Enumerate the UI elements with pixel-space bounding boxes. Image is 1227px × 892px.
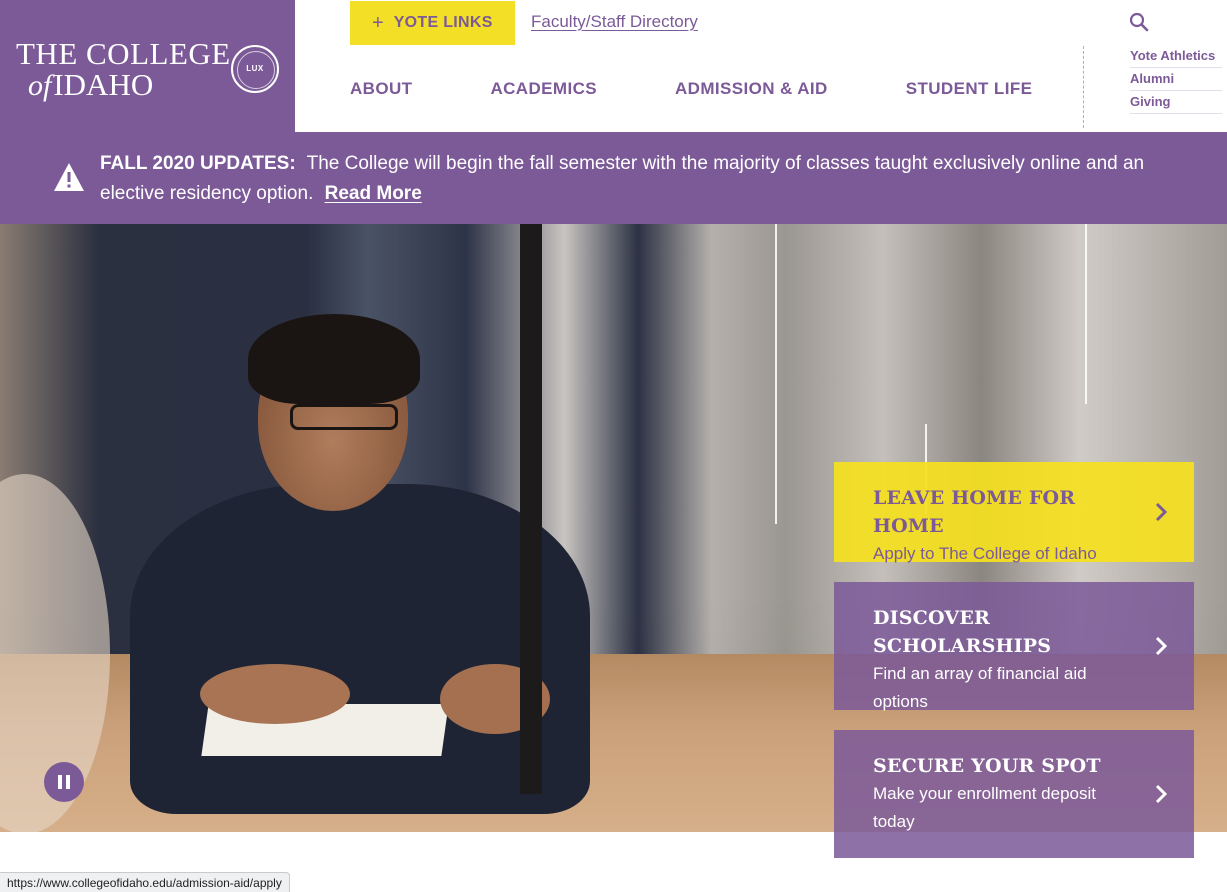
nav-item-student-life[interactable]: STUDENT LIFE (906, 79, 1033, 99)
lamp-pole (520, 224, 542, 794)
yote-links-label: YOTE LINKS (393, 14, 493, 31)
cta-leave-home-for-home[interactable]: LEAVE HOME FOR HOME Apply to The College… (834, 462, 1194, 563)
nav-item-academics[interactable]: ACADEMICS (490, 79, 597, 99)
chevron-right-icon (1155, 784, 1168, 804)
search-icon[interactable] (1128, 11, 1150, 33)
side-link-giving[interactable]: Giving (1130, 91, 1222, 114)
college-logo[interactable]: THE COLLEGE ofIDAHO LUX (0, 0, 295, 132)
main-nav: ABOUT ACADEMICS ADMISSION & AID STUDENT … (350, 79, 1110, 99)
side-link-yote-athletics[interactable]: Yote Athletics (1130, 45, 1222, 68)
cta-subtitle: Make your enrollment deposit today (873, 784, 1097, 831)
nav-divider (1083, 46, 1084, 128)
yote-links-button[interactable]: + YOTE LINKS (350, 1, 515, 45)
cta-title: LEAVE HOME FOR HOME (873, 487, 1076, 537)
cta-secure-your-spot[interactable]: SECURE YOUR SPOT Make your enrollment de… (834, 730, 1194, 858)
faculty-staff-directory-link[interactable]: Faculty/Staff Directory (531, 12, 698, 32)
cta-title: DISCOVER SCHOLARSHIPS (873, 607, 1052, 657)
seal-text: LUX (246, 64, 264, 73)
utility-links: Yote Athletics Alumni Giving (1130, 45, 1222, 114)
nav-item-admission-aid[interactable]: ADMISSION & AID (675, 79, 828, 99)
college-seal-icon: LUX (231, 45, 279, 93)
browser-status-url: https://www.collegeofidaho.edu/admission… (0, 872, 290, 892)
logo-idaho: IDAHO (53, 67, 154, 102)
alert-title: FALL 2020 UPDATES: (100, 153, 296, 174)
pause-icon[interactable] (44, 762, 84, 802)
student-hair (248, 314, 420, 404)
nav-item-about[interactable]: ABOUT (350, 79, 412, 99)
logo-line2: ofIDAHO (16, 67, 231, 102)
side-link-alumni[interactable]: Alumni (1130, 68, 1222, 91)
chevron-right-icon (1155, 636, 1168, 656)
student-glasses (290, 404, 398, 430)
alert-message: FALL 2020 UPDATES: The College will begi… (100, 149, 1200, 209)
student-hand-left (200, 664, 350, 724)
light-stripe (1085, 224, 1087, 404)
cta-title: SECURE YOUR SPOT (873, 755, 1101, 777)
light-stripe (775, 224, 777, 524)
chevron-right-icon (1155, 502, 1168, 522)
read-more-link[interactable]: Read More (325, 183, 422, 204)
logo-wordmark: THE COLLEGE ofIDAHO (16, 38, 231, 101)
logo-of: of (28, 69, 52, 102)
cta-subtitle: Find an array of financial aid options (873, 664, 1087, 711)
cta-subtitle: Apply to The College of Idaho (873, 544, 1097, 563)
logo-line1: THE COLLEGE (16, 36, 231, 71)
warning-icon (53, 162, 85, 197)
cta-discover-scholarships[interactable]: DISCOVER SCHOLARSHIPS Find an array of f… (834, 582, 1194, 711)
plus-icon: + (372, 12, 384, 34)
